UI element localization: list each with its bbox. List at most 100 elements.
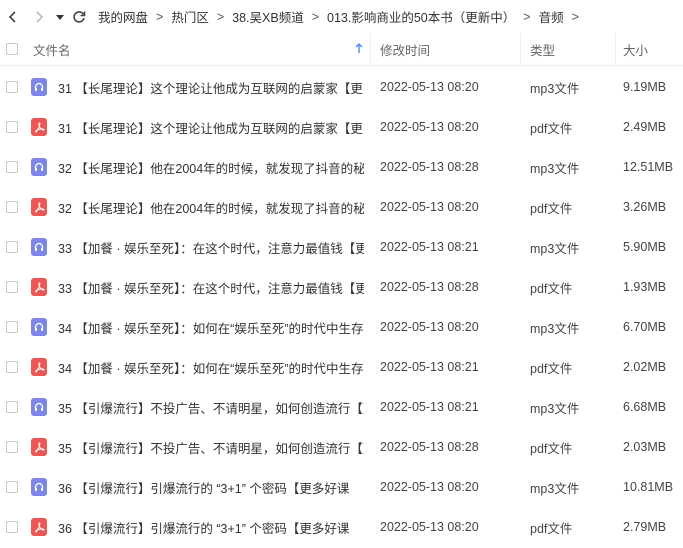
breadcrumb-item-hot-area[interactable]: 热门区 xyxy=(171,7,209,26)
row-checkbox[interactable] xyxy=(6,121,18,133)
file-name-cell[interactable]: 33 【加餐 · 娱乐至死】：在这个时代，注意力最值钱【更多 xyxy=(26,271,371,304)
file-row[interactable]: 32 【长尾理论】他在2004年的时候，就发现了抖音的秘密【 2022-05-13… xyxy=(0,187,683,227)
caret-down-icon xyxy=(56,14,64,20)
row-checkbox[interactable] xyxy=(6,321,18,333)
file-name: 32 【长尾理论】他在2004年的时候，就发现了抖音的秘密【 xyxy=(58,201,364,216)
audio-file-icon xyxy=(31,478,47,496)
column-header-name-label: 文件名 xyxy=(33,43,71,58)
breadcrumb-separator: > xyxy=(311,9,320,24)
file-row[interactable]: 36 【引爆流行】引爆流行的 “3+1” 个密码【更多好课 2022-05-13 … xyxy=(0,507,683,547)
column-header-type[interactable]: 类型 xyxy=(521,32,616,66)
file-name: 31 【长尾理论】这个理论让他成为互联网的启蒙家【更多好课 xyxy=(58,81,364,96)
back-button[interactable] xyxy=(0,0,26,33)
forward-button[interactable] xyxy=(26,0,52,33)
sort-ascending-icon xyxy=(355,42,363,53)
file-size: 10.81MB xyxy=(623,480,674,494)
file-date: 2022-05-13 08:28 xyxy=(380,280,479,294)
file-row[interactable]: 36 【引爆流行】引爆流行的 “3+1” 个密码【更多好课 2022-05-13 … xyxy=(0,467,683,507)
row-checkbox-cell xyxy=(0,351,26,384)
row-checkbox[interactable] xyxy=(6,201,18,213)
file-date: 2022-05-13 08:21 xyxy=(380,360,479,374)
file-name-cell[interactable]: 34 【加餐 · 娱乐至死】：如何在“娱乐至死”的时代中生存 xyxy=(26,351,371,384)
chevron-right-icon xyxy=(36,10,44,23)
file-row[interactable]: 33 【加餐 · 娱乐至死】：在这个时代，注意力最值钱【更多 2022-05-13… xyxy=(0,267,683,307)
pdf-file-icon xyxy=(31,118,47,136)
file-name-cell[interactable]: 35 【引爆流行】不投广告、不请明星，如何创造流行【更多 xyxy=(26,391,371,424)
pdf-file-icon xyxy=(31,358,47,376)
pdf-file-icon xyxy=(31,438,47,456)
breadcrumb-separator: > xyxy=(156,9,164,24)
select-all-checkbox[interactable] xyxy=(6,43,18,55)
file-type: pdf文件 xyxy=(530,521,573,536)
column-header-date[interactable]: 修改时间 xyxy=(371,32,521,66)
file-size: 1.93MB xyxy=(623,280,667,294)
audio-file-icon xyxy=(31,78,47,96)
row-checkbox[interactable] xyxy=(6,401,18,413)
column-header-size[interactable]: 大小 xyxy=(616,33,683,66)
file-name-cell[interactable]: 36 【引爆流行】引爆流行的 “3+1” 个密码【更多好课 xyxy=(26,471,371,504)
breadcrumb-separator: > xyxy=(571,9,579,24)
row-checkbox[interactable] xyxy=(6,81,18,93)
row-checkbox-cell xyxy=(0,471,26,504)
file-date: 2022-05-13 08:21 xyxy=(380,400,479,414)
file-name-cell[interactable]: 34 【加餐 · 娱乐至死】：如何在“娱乐至死”的时代中生存 xyxy=(26,311,371,344)
file-row[interactable]: 31 【长尾理论】这个理论让他成为互联网的启蒙家【更多好课 2022-05-13 … xyxy=(0,107,683,147)
file-row[interactable]: 35 【引爆流行】不投广告、不请明星，如何创造流行【更多 2022-05-13 0… xyxy=(0,427,683,467)
audio-file-icon xyxy=(31,158,47,176)
file-date: 2022-05-13 08:20 xyxy=(380,480,479,494)
file-name-cell[interactable]: 33 【加餐 · 娱乐至死】：在这个时代，注意力最值钱【更多 xyxy=(26,231,371,264)
breadcrumb-item-book-series[interactable]: 013.影响商业的50本书（更新中） xyxy=(327,7,515,26)
history-dropdown-button[interactable] xyxy=(52,0,68,33)
file-list-header: 文件名 修改时间 类型 大小 xyxy=(0,32,683,66)
refresh-button[interactable] xyxy=(68,0,90,33)
file-name-cell[interactable]: 36 【引爆流行】引爆流行的 “3+1” 个密码【更多好课 xyxy=(26,511,371,544)
breadcrumb-item-root[interactable]: 我的网盘 xyxy=(98,7,148,26)
file-list: 31 【长尾理论】这个理论让他成为互联网的启蒙家【更多好课 2022-05-13 … xyxy=(0,67,683,547)
row-checkbox[interactable] xyxy=(6,281,18,293)
file-name: 32 【长尾理论】他在2004年的时候，就发现了抖音的秘密【 xyxy=(58,161,364,176)
file-row[interactable]: 34 【加餐 · 娱乐至死】：如何在“娱乐至死”的时代中生存 2022-05-13… xyxy=(0,307,683,347)
audio-file-icon xyxy=(31,238,47,256)
row-checkbox-cell xyxy=(0,231,26,264)
row-checkbox-cell xyxy=(0,431,26,464)
row-checkbox[interactable] xyxy=(6,521,18,533)
breadcrumb: 我的网盘 > 热门区 > 38.吴XB频道 > 013.影响商业的50本书（更新… xyxy=(98,7,587,26)
row-checkbox-cell xyxy=(0,511,26,544)
file-type: mp3文件 xyxy=(530,401,580,416)
file-row[interactable]: 31 【长尾理论】这个理论让他成为互联网的启蒙家【更多好课 2022-05-13 … xyxy=(0,67,683,107)
file-name-cell[interactable]: 35 【引爆流行】不投广告、不请明星，如何创造流行【更多 xyxy=(26,431,371,464)
row-checkbox[interactable] xyxy=(6,441,18,453)
file-size: 9.19MB xyxy=(623,80,667,94)
file-size: 2.02MB xyxy=(623,360,667,374)
file-name-cell[interactable]: 31 【长尾理论】这个理论让他成为互联网的启蒙家【更多好课 xyxy=(26,71,371,104)
breadcrumb-item-audio[interactable]: 音频 xyxy=(539,7,564,26)
file-row[interactable]: 34 【加餐 · 娱乐至死】：如何在“娱乐至死”的时代中生存 2022-05-13… xyxy=(0,347,683,387)
file-row[interactable]: 32 【长尾理论】他在2004年的时候，就发现了抖音的秘密【 2022-05-13… xyxy=(0,147,683,187)
file-name-cell[interactable]: 32 【长尾理论】他在2004年的时候，就发现了抖音的秘密【 xyxy=(26,151,371,184)
pdf-file-icon xyxy=(31,278,47,296)
column-header-date-label: 修改时间 xyxy=(380,43,431,58)
audio-file-icon xyxy=(31,318,47,336)
row-checkbox[interactable] xyxy=(6,241,18,253)
file-type: pdf文件 xyxy=(530,121,573,136)
file-size: 3.26MB xyxy=(623,200,667,214)
row-checkbox[interactable] xyxy=(6,361,18,373)
file-name-cell[interactable]: 32 【长尾理论】他在2004年的时候，就发现了抖音的秘密【 xyxy=(26,191,371,224)
file-name: 36 【引爆流行】引爆流行的 “3+1” 个密码【更多好课 xyxy=(58,521,350,536)
breadcrumb-separator: > xyxy=(216,9,225,24)
file-row[interactable]: 33 【加餐 · 娱乐至死】：在这个时代，注意力最值钱【更多 2022-05-13… xyxy=(0,227,683,267)
file-size: 2.79MB xyxy=(623,520,667,534)
file-date: 2022-05-13 08:28 xyxy=(380,160,479,174)
file-name: 35 【引爆流行】不投广告、不请明星，如何创造流行【更多 xyxy=(58,441,364,456)
file-row[interactable]: 35 【引爆流行】不投广告、不请明星，如何创造流行【更多 2022-05-13 0… xyxy=(0,387,683,427)
row-checkbox[interactable] xyxy=(6,161,18,173)
audio-file-icon xyxy=(31,398,47,416)
breadcrumb-item-channel[interactable]: 38.吴XB频道 xyxy=(232,7,304,26)
column-header-type-label: 类型 xyxy=(530,43,556,58)
row-checkbox[interactable] xyxy=(6,481,18,493)
file-name: 35 【引爆流行】不投广告、不请明星，如何创造流行【更多 xyxy=(58,401,364,416)
breadcrumb-separator: > xyxy=(523,9,531,24)
row-checkbox-cell xyxy=(0,191,26,224)
file-name-cell[interactable]: 31 【长尾理论】这个理论让他成为互联网的启蒙家【更多好课 xyxy=(26,111,371,144)
column-header-name[interactable]: 文件名 xyxy=(26,32,371,66)
